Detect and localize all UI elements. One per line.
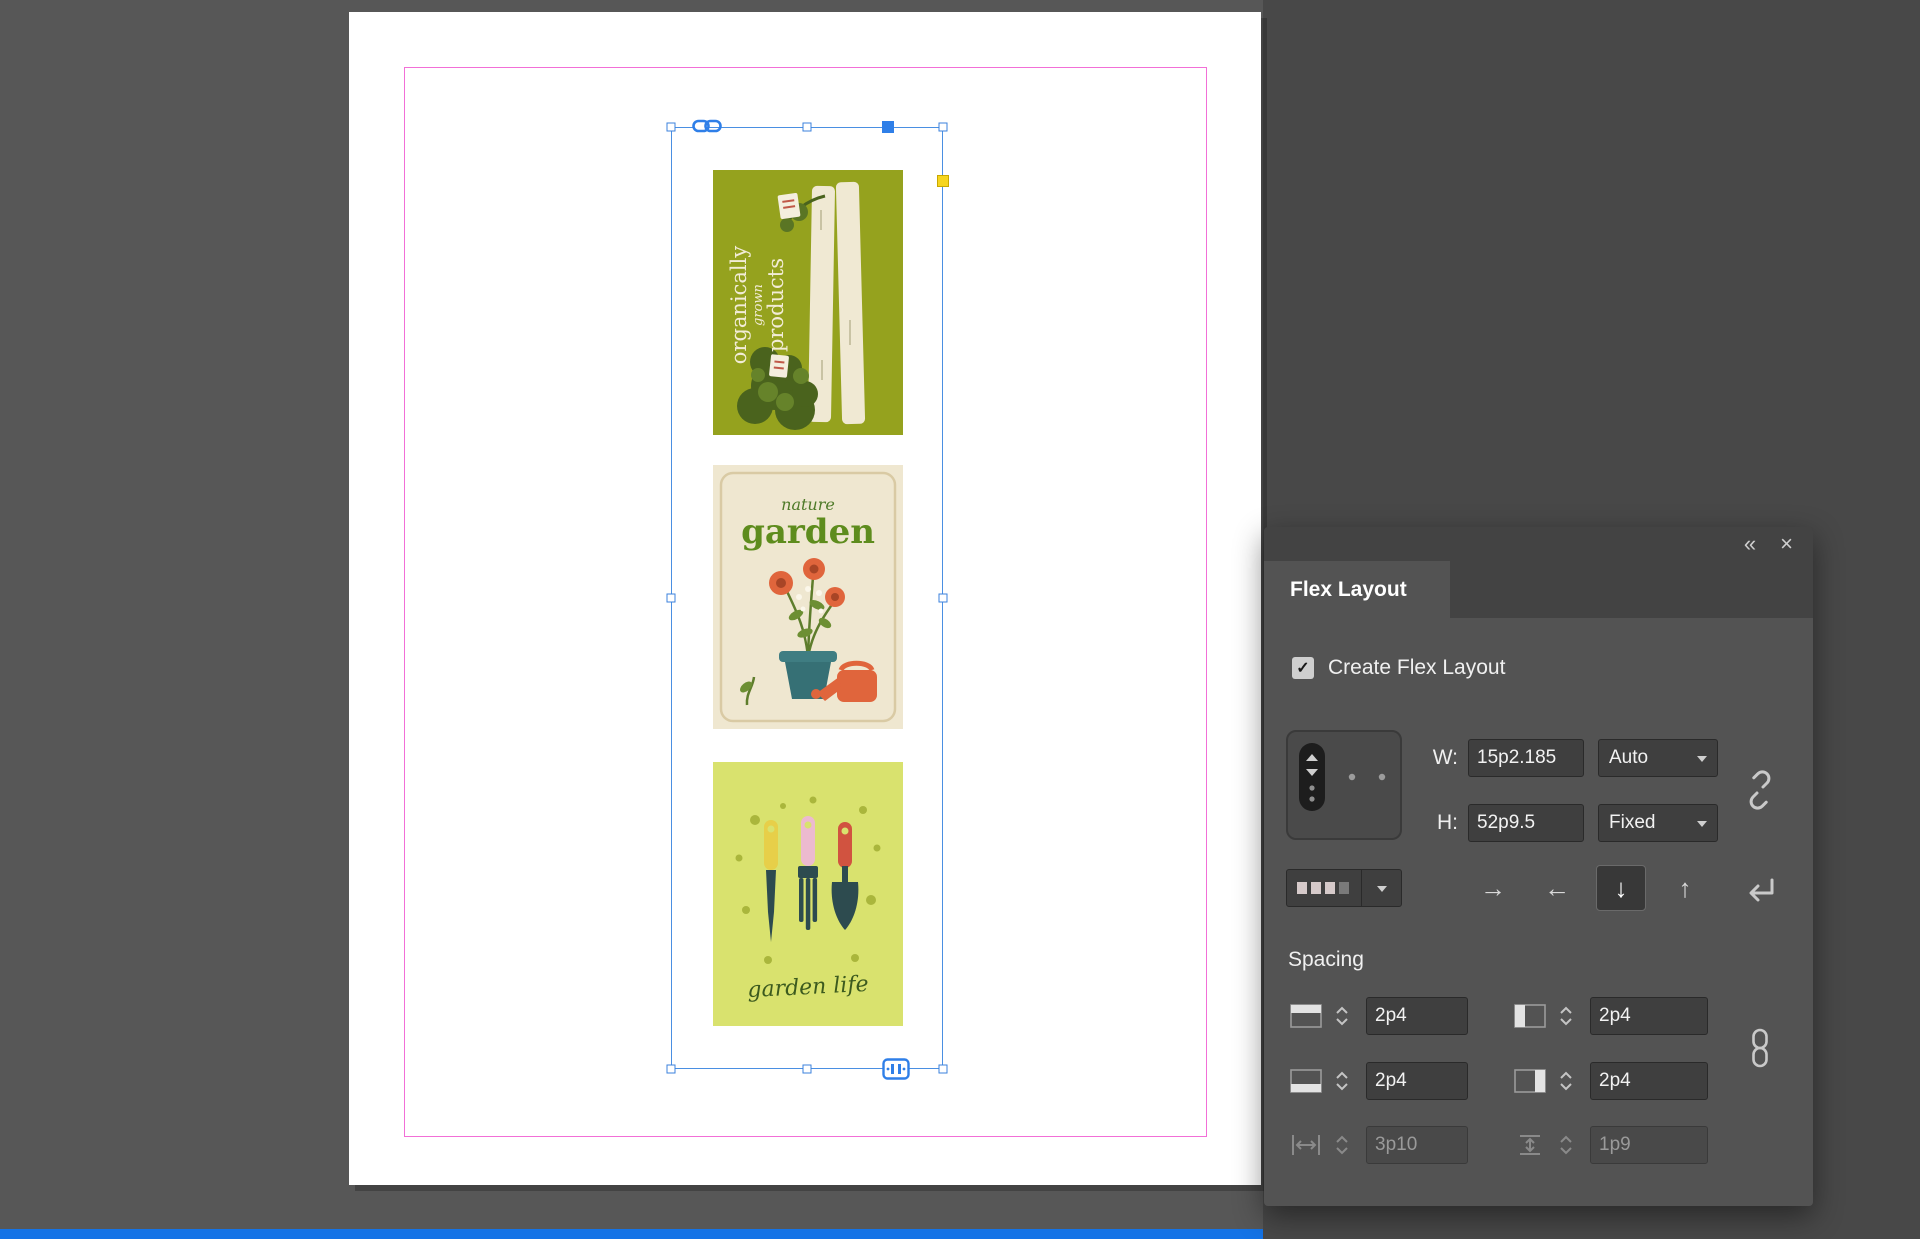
application-window: organically grown products nature garden — [0, 0, 1920, 1239]
gap-horizontal-stepper — [1330, 1126, 1354, 1164]
selection-handle-middle-right[interactable] — [939, 594, 948, 603]
spacing-left-stepper[interactable] — [1554, 997, 1578, 1035]
width-mode-select[interactable]: Auto — [1598, 739, 1718, 777]
tab-flex-layout[interactable]: Flex Layout — [1264, 561, 1450, 618]
corner-options-handle[interactable] — [937, 175, 949, 187]
vertical-gap-icon — [1512, 1131, 1548, 1159]
panel-tab-bar: Flex Layout — [1264, 561, 1813, 618]
flex-layout-badge-icon[interactable] — [882, 1058, 910, 1080]
spacing-section-label: Spacing — [1288, 948, 1364, 972]
spacing-bottom-stepper[interactable] — [1330, 1062, 1354, 1100]
margin-bottom-icon — [1288, 1067, 1324, 1095]
margin-top-icon — [1288, 1002, 1324, 1030]
width-input[interactable] — [1468, 739, 1584, 777]
direction-down-button[interactable]: ↓ — [1596, 865, 1646, 911]
selection-handle-top-left[interactable] — [667, 123, 676, 132]
height-input[interactable] — [1468, 804, 1584, 842]
chevron-down-icon — [1361, 870, 1401, 906]
height-label: H: — [1414, 811, 1458, 835]
direction-left-button[interactable]: ← — [1532, 865, 1582, 911]
create-flex-layout-label: Create Flex Layout — [1328, 656, 1505, 680]
direction-up-button[interactable]: ↑ — [1660, 865, 1710, 911]
reference-point-proxy[interactable] — [1286, 730, 1402, 845]
margin-right-icon — [1512, 1067, 1548, 1095]
layout-pattern-select[interactable] — [1286, 869, 1402, 907]
panel-chrome: « × — [1264, 527, 1813, 561]
width-label: W: — [1414, 746, 1458, 770]
broken-link-icon[interactable] — [1743, 770, 1777, 810]
link-spacing-icon[interactable] — [1745, 1027, 1775, 1069]
direction-right-button[interactable]: → — [1468, 865, 1518, 911]
collapse-panel-icon[interactable]: « — [1744, 533, 1756, 555]
chevron-down-icon — [1687, 740, 1717, 776]
direction-buttons: → ← ↓ ↑ — [1468, 865, 1710, 911]
check-icon: ✓ — [1296, 658, 1309, 678]
horizontal-gap-icon — [1288, 1131, 1324, 1159]
height-mode-select[interactable]: Fixed — [1598, 804, 1718, 842]
selection-handle-top-right[interactable] — [939, 123, 948, 132]
create-flex-layout-checkbox[interactable]: ✓ — [1292, 657, 1314, 679]
selection-frame[interactable] — [671, 127, 943, 1069]
height-mode-value: Fixed — [1609, 812, 1655, 834]
wrap-return-icon[interactable] — [1743, 874, 1777, 906]
gap-vertical-field — [1590, 1126, 1708, 1164]
selection-handle-top-center[interactable] — [803, 123, 812, 132]
gap-horizontal-field — [1366, 1126, 1468, 1164]
anchored-object-handle[interactable] — [882, 121, 894, 133]
layout-pattern-icon — [1287, 870, 1361, 906]
spacing-top-field[interactable] — [1366, 997, 1468, 1035]
flex-layout-panel: « × Flex Layout ✓ Create Flex Layout — [1264, 527, 1813, 1206]
spacing-bottom-field[interactable] — [1366, 1062, 1468, 1100]
link-icon[interactable] — [692, 117, 722, 135]
margin-left-icon — [1512, 1002, 1548, 1030]
spacing-right-field[interactable] — [1590, 1062, 1708, 1100]
spacing-top-stepper[interactable] — [1330, 997, 1354, 1035]
gap-vertical-stepper — [1554, 1126, 1578, 1164]
selection-handle-middle-left[interactable] — [667, 594, 676, 603]
selection-handle-bottom-center[interactable] — [803, 1065, 812, 1074]
spacing-left-field[interactable] — [1590, 997, 1708, 1035]
close-panel-icon[interactable]: × — [1780, 533, 1793, 555]
panel-body: ✓ Create Flex Layout W: — [1264, 618, 1813, 1206]
width-mode-value: Auto — [1609, 747, 1648, 769]
selection-handle-bottom-right[interactable] — [939, 1065, 948, 1074]
status-bar — [0, 1229, 1263, 1239]
chevron-down-icon — [1687, 805, 1717, 841]
selection-handle-bottom-left[interactable] — [667, 1065, 676, 1074]
spacing-right-stepper[interactable] — [1554, 1062, 1578, 1100]
